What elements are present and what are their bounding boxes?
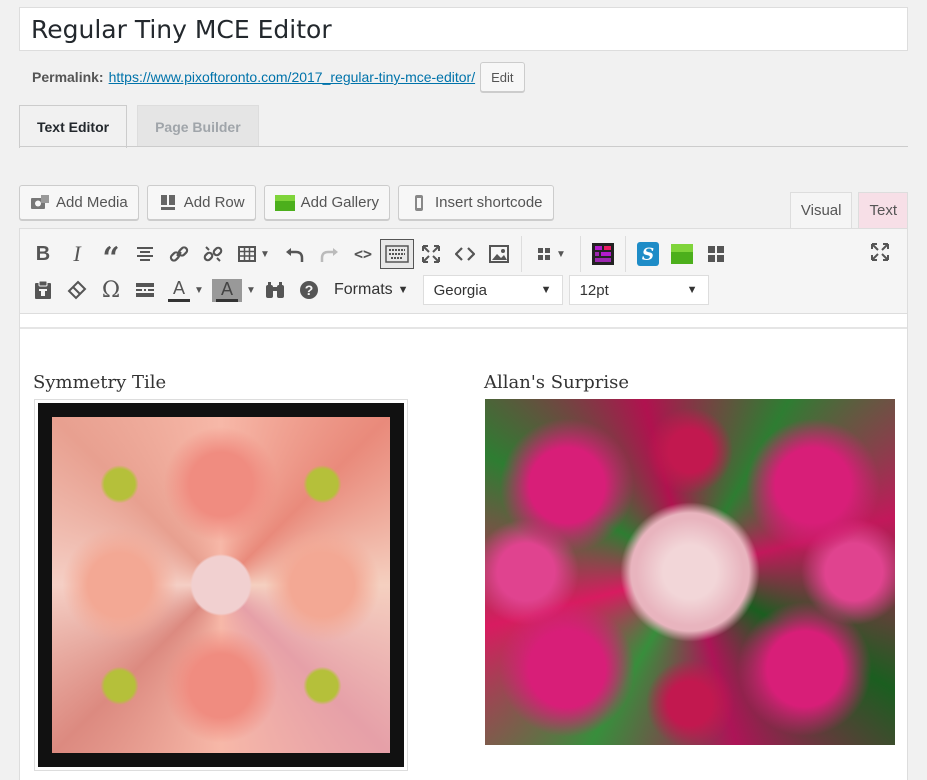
svg-text:?: ? — [305, 282, 314, 298]
table-icon[interactable]: ▼ — [230, 238, 278, 270]
background-color-icon[interactable]: A ▼ — [210, 274, 258, 306]
link-icon[interactable] — [162, 238, 196, 270]
image-icon[interactable] — [482, 238, 516, 270]
editor-tabs: Text Editor Page Builder — [19, 105, 259, 148]
toolbar-content-divider — [20, 315, 907, 329]
formats-label: Formats — [334, 281, 393, 298]
mode-tabs: Visual Text — [789, 192, 908, 228]
chevron-down-icon: ▼ — [260, 248, 270, 260]
brick-builder-icon[interactable] — [586, 238, 620, 270]
flower-kaleidoscope-image — [52, 417, 390, 753]
font-size-value: 12pt — [579, 281, 609, 299]
tab-page-builder[interactable]: Page Builder — [137, 105, 259, 147]
add-row-button[interactable]: Add Row — [146, 185, 256, 220]
keyboard-icon[interactable] — [380, 239, 414, 269]
insert-shortcode-label: Insert shortcode — [434, 194, 543, 211]
align-center-icon[interactable] — [128, 238, 162, 270]
blockquote-icon[interactable]: “ — [94, 238, 128, 274]
paste-text-icon[interactable] — [26, 274, 60, 306]
editor-content[interactable]: Symmetry Tile Allan's Surprise — [20, 329, 907, 779]
add-media-label: Add Media — [56, 194, 128, 211]
toolbar-row-1: B I “ ▼ <> ▼ S — [26, 236, 733, 274]
help-icon[interactable]: ? — [292, 274, 326, 306]
tab-visual[interactable]: Visual — [789, 192, 853, 228]
font-family-value: Georgia — [433, 281, 487, 299]
shortcode-s-icon[interactable]: S — [631, 238, 665, 270]
distraction-free-icon[interactable] — [863, 236, 897, 268]
gallery-icon — [274, 193, 295, 213]
toolbar-separator — [580, 236, 581, 272]
image-frame — [38, 403, 404, 767]
redo-icon[interactable] — [312, 238, 346, 270]
add-row-label: Add Row — [183, 194, 245, 211]
allans-surprise-image[interactable] — [485, 399, 895, 745]
grid-icon[interactable]: ▼ — [527, 238, 575, 270]
add-gallery-button[interactable]: Add Gallery — [263, 185, 390, 220]
toolbar-row-2: Ω A ▼ A ▼ ? Formats ▼ Georgia ▼ 12pt ▼ — [26, 274, 709, 306]
edit-permalink-button[interactable]: Edit — [480, 62, 525, 92]
permalink-label: Permalink: — [32, 69, 104, 85]
eraser-icon[interactable] — [60, 274, 94, 306]
tinymce-toolbar: B I “ ▼ <> ▼ S Ω A ▼ A ▼ ? Formats ▼ Geo… — [20, 229, 907, 314]
horizontal-rule-icon[interactable] — [128, 274, 162, 306]
formats-dropdown[interactable]: Formats ▼ — [326, 275, 417, 305]
right-image-title: Allan's Surprise — [484, 372, 630, 393]
tab-text-editor[interactable]: Text Editor — [19, 105, 128, 148]
tab-text[interactable]: Text — [858, 192, 908, 228]
bold-icon[interactable]: B — [26, 238, 60, 270]
permalink-link[interactable]: https://www.pixoftoronto.com/2017_regula… — [109, 69, 476, 85]
chevron-down-icon: ▼ — [686, 284, 698, 296]
source-code-icon[interactable] — [448, 238, 482, 270]
permalink-row: Permalink: https://www.pixoftoronto.com/… — [32, 62, 525, 92]
svg-text:S: S — [642, 245, 654, 265]
font-size-select[interactable]: 12pt ▼ — [568, 275, 709, 305]
toolbar-separator — [521, 236, 522, 272]
chevron-down-icon: ▼ — [540, 284, 552, 296]
editor-area: B I “ ▼ <> ▼ S Ω A ▼ A ▼ ? Formats ▼ Geo… — [19, 228, 908, 780]
undo-icon[interactable] — [278, 238, 312, 270]
code-icon[interactable]: <> — [346, 238, 380, 270]
unlink-icon[interactable] — [196, 238, 230, 270]
toolbar-separator — [625, 236, 626, 272]
rows-icon — [158, 193, 178, 213]
insert-shortcode-button[interactable]: Insert shortcode — [397, 185, 554, 220]
chevron-down-icon: ▼ — [397, 284, 409, 296]
left-image-title: Symmetry Tile — [33, 372, 167, 393]
font-family-select[interactable]: Georgia ▼ — [422, 275, 563, 305]
grid-layout-icon[interactable] — [699, 238, 733, 270]
tabs-divider — [19, 146, 908, 147]
gallery-green-icon[interactable] — [665, 238, 699, 270]
chevron-down-icon: ▼ — [246, 284, 256, 296]
title-field-container — [19, 7, 908, 51]
text-color-icon[interactable]: A ▼ — [162, 274, 210, 306]
fullscreen-icon[interactable] — [414, 238, 448, 270]
omega-icon[interactable]: Ω — [94, 274, 128, 306]
add-gallery-label: Add Gallery — [300, 194, 379, 211]
shortcode-icon — [409, 193, 429, 213]
chevron-down-icon: ▼ — [556, 248, 566, 260]
camera-icon — [30, 193, 50, 213]
symmetry-tile-image[interactable] — [34, 399, 408, 771]
add-media-button[interactable]: Add Media — [19, 185, 139, 220]
post-title-input[interactable] — [20, 8, 907, 50]
find-replace-icon[interactable] — [258, 274, 292, 306]
italic-icon[interactable]: I — [60, 238, 94, 270]
chevron-down-icon: ▼ — [194, 284, 204, 296]
media-buttons: Add Media Add Row Add Gallery Insert sho… — [19, 185, 554, 220]
